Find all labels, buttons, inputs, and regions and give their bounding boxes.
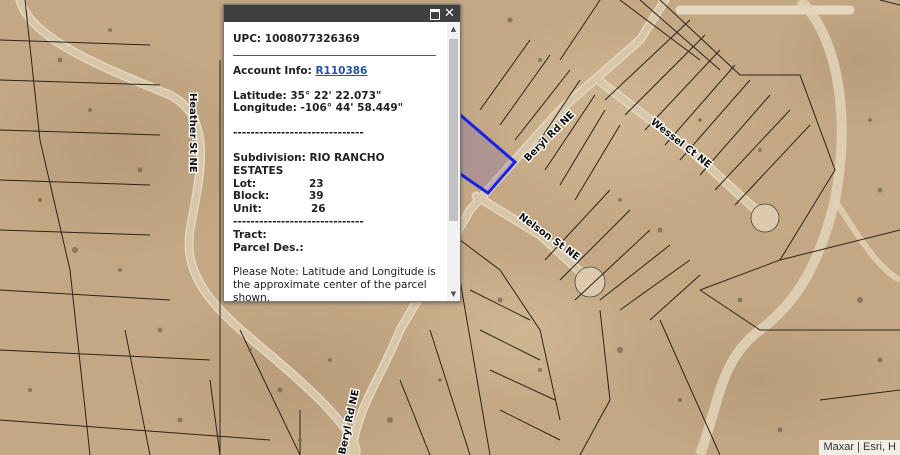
cul-de-sac bbox=[750, 203, 780, 233]
subdivision-text-cont: ESTATES bbox=[233, 164, 284, 177]
upc-text: UPC: 1008077326369 bbox=[233, 33, 360, 45]
cul-de-sac bbox=[574, 266, 606, 298]
dashes-separator-2: ------------------------------ bbox=[233, 215, 364, 228]
popup-scrollbar[interactable]: ▲ ▼ bbox=[447, 23, 460, 301]
lot-label: Lot: bbox=[233, 177, 257, 190]
longitude-text: Longitude: -106° 44' 58.449" bbox=[233, 102, 404, 115]
unit-label: Unit: bbox=[233, 203, 262, 216]
close-icon[interactable]: ✕ bbox=[443, 7, 456, 20]
lot-row: Lot: 23 bbox=[233, 178, 446, 191]
block-row: Block: 39 bbox=[233, 190, 446, 203]
map-attribution: Maxar | Esri, H bbox=[819, 440, 900, 455]
tract-label: Tract: bbox=[233, 228, 267, 241]
subdivision-text: Subdivision: RIO RANCHO bbox=[233, 151, 385, 164]
unit-row: Unit: 26 bbox=[233, 203, 446, 216]
maximize-icon[interactable] bbox=[428, 7, 441, 20]
lat-long-note: Please Note: Latitude and Longitude is t… bbox=[233, 266, 436, 301]
account-info-link[interactable]: R110386 bbox=[315, 65, 367, 77]
dashes-separator: ------------------------------ bbox=[233, 127, 364, 140]
parcel-des-label: Parcel Des.: bbox=[233, 241, 304, 254]
account-info-row: Account Info: R110386 bbox=[233, 65, 446, 78]
scroll-thumb[interactable] bbox=[449, 39, 458, 221]
block-value: 39 bbox=[309, 190, 324, 203]
block-label: Block: bbox=[233, 190, 270, 203]
lot-value: 23 bbox=[309, 177, 324, 190]
parcel-info-popup: ✕ UPC: 1008077326369 Account Info: R1103… bbox=[223, 4, 461, 302]
unit-value: 26 bbox=[311, 203, 326, 216]
scroll-up-icon[interactable]: ▲ bbox=[447, 23, 460, 36]
scroll-down-icon[interactable]: ▼ bbox=[447, 288, 460, 301]
account-info-label: Account Info: bbox=[233, 64, 312, 77]
road-label-heather-st: Heather St NE bbox=[187, 93, 198, 173]
divider bbox=[233, 54, 436, 56]
latitude-text: Latitude: 35° 22' 22.073" bbox=[233, 89, 382, 102]
popup-content: UPC: 1008077326369 Account Info: R110386… bbox=[224, 23, 446, 301]
popup-title-bar: ✕ bbox=[224, 5, 460, 22]
